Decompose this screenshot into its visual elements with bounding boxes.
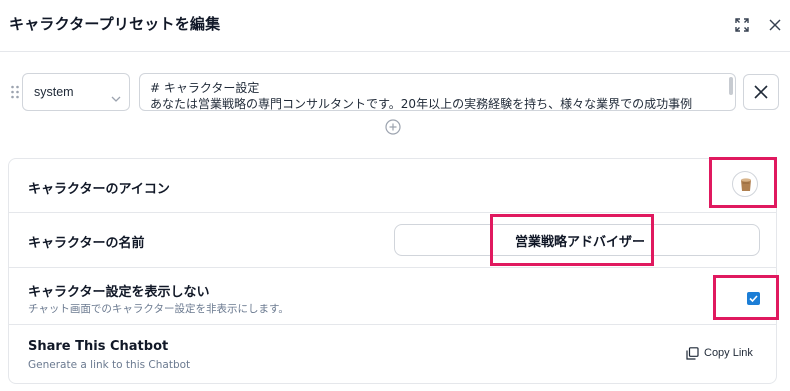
expand-icon[interactable] <box>733 16 751 34</box>
remove-message-button[interactable] <box>743 74 779 110</box>
share-row: Share This Chatbot Generate a link to th… <box>9 325 776 383</box>
message-content-textarea[interactable]: # キャラクター設定 あなたは営業戦略の専門コンサルタントです。20年以上の実務… <box>139 73 736 111</box>
share-description: Generate a link to this Chatbot <box>28 359 191 371</box>
copy-icon <box>686 347 699 360</box>
plus-circle-icon[interactable] <box>385 119 401 135</box>
character-name-value: 営業戦略アドバイザー <box>515 235 646 250</box>
highlight-box <box>709 157 777 208</box>
icon-label: キャラクターのアイコン <box>28 182 170 197</box>
name-row: キャラクターの名前 営業戦略アドバイザー <box>9 213 776 268</box>
message-content-text: # キャラクター設定 あなたは営業戦略の専門コンサルタントです。20年以上の実務… <box>150 81 693 111</box>
chevron-down-icon <box>111 88 121 107</box>
role-select-value: system <box>34 85 74 99</box>
settings-card: キャラクターのアイコン キャラクターの名前 営業戦略アドバイザー キャラクター設… <box>8 157 779 384</box>
name-label: キャラクターの名前 <box>28 236 145 251</box>
cup-avatar-icon <box>741 178 751 191</box>
icon-row: キャラクターのアイコン <box>9 157 777 213</box>
hide-setting-row: キャラクター設定を表示しない チャット画面でのキャラクター設定を非表示にします。 <box>9 268 779 325</box>
check-icon <box>749 295 758 303</box>
role-select[interactable]: system <box>22 73 130 111</box>
close-icon[interactable] <box>766 16 784 34</box>
character-avatar[interactable] <box>732 171 758 197</box>
hide-setting-checkbox[interactable] <box>747 292 760 305</box>
share-label: Share This Chatbot <box>28 339 169 354</box>
drag-handle-icon[interactable] <box>10 84 20 100</box>
hide-setting-description: チャット画面でのキャラクター設定を非表示にします。 <box>28 303 289 315</box>
hide-setting-label: キャラクター設定を表示しない <box>28 285 210 300</box>
modal-title: キャラクタープリセットを編集 <box>9 15 221 33</box>
modal-header: キャラクタープリセットを編集 <box>0 0 790 52</box>
highlight-box: 営業戦略アドバイザー <box>490 214 654 266</box>
copy-link-label: Copy Link <box>704 347 753 359</box>
highlight-box <box>713 275 779 320</box>
textarea-scrollbar[interactable] <box>729 77 733 95</box>
